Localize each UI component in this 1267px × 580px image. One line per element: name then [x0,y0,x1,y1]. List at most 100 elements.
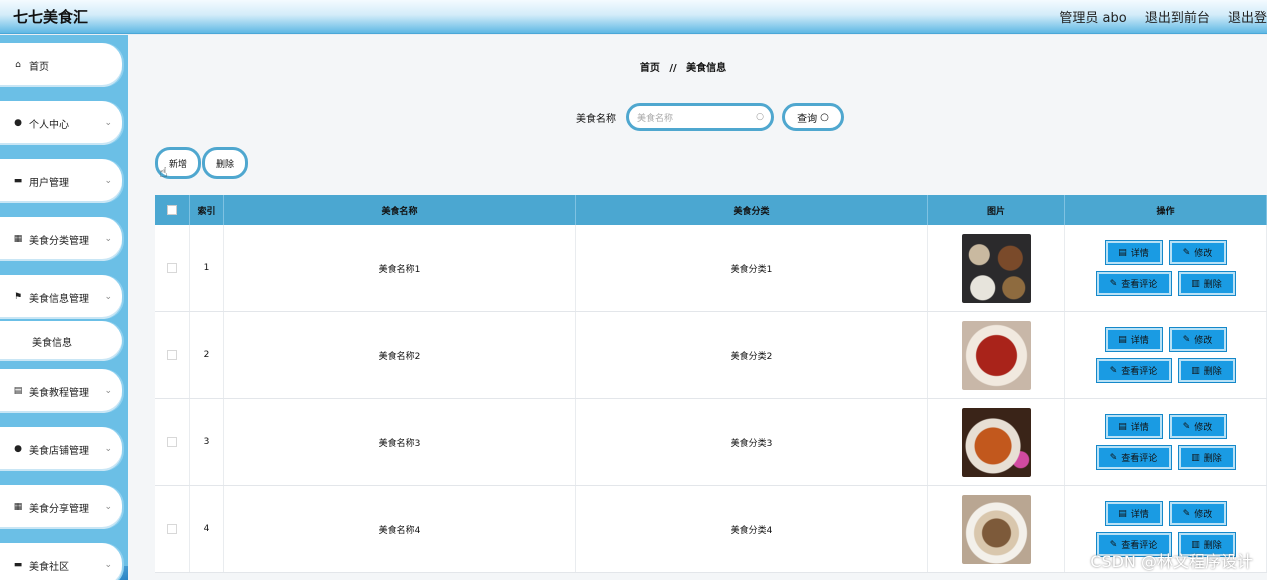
edit-label: 修改 [1194,510,1213,520]
back-to-front-link[interactable]: 退出到前台 [1145,11,1210,26]
detail-button[interactable]: ▤ 详情 [1105,415,1162,438]
header-index: 索引 [190,195,224,225]
search-input[interactable]: 美食名称 ○ [626,103,774,131]
sidebar-item[interactable]: ▬ 美食社区 ⌄ [0,543,122,580]
row-checkbox[interactable] [167,437,177,447]
chevron-down-icon: ⌄ [104,176,112,186]
pencil-icon: ✎ [1182,247,1191,258]
sidebar-item[interactable]: 美食信息 [0,321,122,361]
select-all-cell [155,195,190,225]
briefcase-icon: ▬ [13,176,23,186]
grid-icon: ▦ [13,234,23,244]
header-ops: 操作 [1065,195,1267,225]
delete-row-button[interactable]: ▥ 删除 [1178,446,1235,469]
search-bar: 美食名称 美食名称 ○ 查询 ○ [576,103,844,131]
sidebar-item-label: 美食信息 [32,337,72,349]
sidebar-item-label: 美食信息管理 [29,293,89,305]
edit-label: 修改 [1194,249,1213,259]
trash-icon: ▥ [1191,365,1200,376]
edit-button[interactable]: ✎ 修改 [1169,328,1226,351]
query-button[interactable]: 查询 ○ [782,103,844,131]
person-icon: ● [14,444,22,454]
row-checkbox[interactable] [167,263,177,273]
breadcrumb-home[interactable]: 首页 [640,63,660,74]
ticket-icon: ▬ [13,560,23,570]
table-row: 2 美食名称2 美食分类2 ▤ 详情 ✎ 修改 ✎ 查看评论 ▥ 删除 [155,312,1267,399]
sidebar-item[interactable]: ⌂ 首页 [0,43,122,87]
admin-user-label: 管理员 abo [1059,11,1127,26]
comments-label: 查看评论 [1121,367,1158,377]
main-content: 首页 // 美食信息 美食名称 美食名称 ○ 查询 ○ 新增 删除 ☝ 索引 美… [128,35,1267,580]
food-photo[interactable] [961,320,1031,390]
query-button-label: 查询 [797,113,818,125]
edit-button[interactable]: ✎ 修改 [1169,502,1226,525]
sidebar-item[interactable]: ● 美食店铺管理 ⌄ [0,427,122,471]
sidebar-item[interactable]: ▦ 美食分类管理 ⌄ [0,217,122,261]
sidebar-item-label: 美食社区 [29,561,69,573]
detail-label: 详情 [1130,336,1149,346]
header-category: 美食分类 [576,195,928,225]
row-ops: ▤ 详情 ✎ 修改 ✎ 查看评论 ▥ 删除 [1065,399,1267,485]
breadcrumb: 首页 // 美食信息 [128,59,1238,74]
pencil-icon: ✎ [1182,508,1191,519]
row-image-cell [928,399,1065,485]
row-index: 1 [190,225,224,311]
sidebar-item-label: 美食店铺管理 [29,445,89,457]
sidebar-item-label: 首页 [29,61,49,73]
trash-icon: ▥ [1191,278,1200,289]
chevron-down-icon: ⌄ [104,560,112,570]
breadcrumb-separator: // [669,63,677,74]
search-label: 美食名称 [576,113,616,125]
delete-row-button[interactable]: ▥ 删除 [1178,272,1235,295]
trash-icon: ▥ [1191,452,1200,463]
row-name: 美食名称4 [224,486,576,572]
sidebar-item-label: 用户管理 [29,177,69,189]
table-body: 1 美食名称1 美食分类1 ▤ 详情 ✎ 修改 ✎ 查看评论 ▥ 删除 2 美食名称2 美食分类2 ▤ 详情 ✎… [155,225,1267,573]
logout-link[interactable]: 退出登 [1228,11,1267,26]
detail-label: 详情 [1130,249,1149,259]
sidebar-item[interactable]: ▦ 美食分享管理 ⌄ [0,485,122,529]
sidebar-item[interactable]: ⚑ 美食信息管理 ⌄ [0,275,122,319]
delete-label: 删除 [1203,280,1222,290]
delete-label: 删除 [1203,367,1222,377]
food-photo[interactable] [961,233,1031,303]
row-index: 4 [190,486,224,572]
edit-button[interactable]: ✎ 修改 [1169,415,1226,438]
grid-icon: ▦ [13,502,23,512]
view-comments-button[interactable]: ✎ 查看评论 [1096,446,1171,469]
select-all-checkbox[interactable] [167,205,177,215]
pencil-icon: ✎ [1109,365,1118,376]
edit-button[interactable]: ✎ 修改 [1169,241,1226,264]
row-checkbox[interactable] [167,350,177,360]
table-header: 索引 美食名称 美食分类 图片 操作 [155,195,1267,225]
detail-button[interactable]: ▤ 详情 [1105,328,1162,351]
sidebar-item[interactable]: ● 个人中心 ⌄ [0,101,122,145]
sidebar-item[interactable]: ▬ 用户管理 ⌄ [0,159,122,203]
header-name: 美食名称 [224,195,576,225]
detail-label: 详情 [1130,510,1149,520]
row-check-cell [155,399,190,485]
detail-button[interactable]: ▤ 详情 [1105,241,1162,264]
batch-delete-button[interactable]: 删除 [202,147,248,179]
row-index: 3 [190,399,224,485]
row-image-cell [928,312,1065,398]
delete-row-button[interactable]: ▥ 删除 [1178,359,1235,382]
comments-label: 查看评论 [1121,280,1158,290]
food-photo[interactable] [961,494,1031,564]
food-photo[interactable] [961,407,1031,477]
row-ops: ▤ 详情 ✎ 修改 ✎ 查看评论 ▥ 删除 [1065,225,1267,311]
chevron-down-icon: ⌄ [104,234,112,244]
search-icon: ○ [820,111,829,123]
detail-button[interactable]: ▤ 详情 [1105,502,1162,525]
view-comments-button[interactable]: ✎ 查看评论 [1096,359,1171,382]
view-comments-button[interactable]: ✎ 查看评论 [1096,272,1171,295]
detail-label: 详情 [1130,423,1149,433]
breadcrumb-current: 美食信息 [686,63,727,74]
action-buttons: 新增 删除 [155,147,249,179]
document-icon: ▤ [1118,247,1127,258]
row-checkbox[interactable] [167,524,177,534]
row-category: 美食分类2 [576,312,928,398]
delete-label: 删除 [1203,454,1222,464]
sidebar-item[interactable]: ▤ 美食教程管理 ⌄ [0,369,122,413]
user-icon: ● [14,118,22,128]
